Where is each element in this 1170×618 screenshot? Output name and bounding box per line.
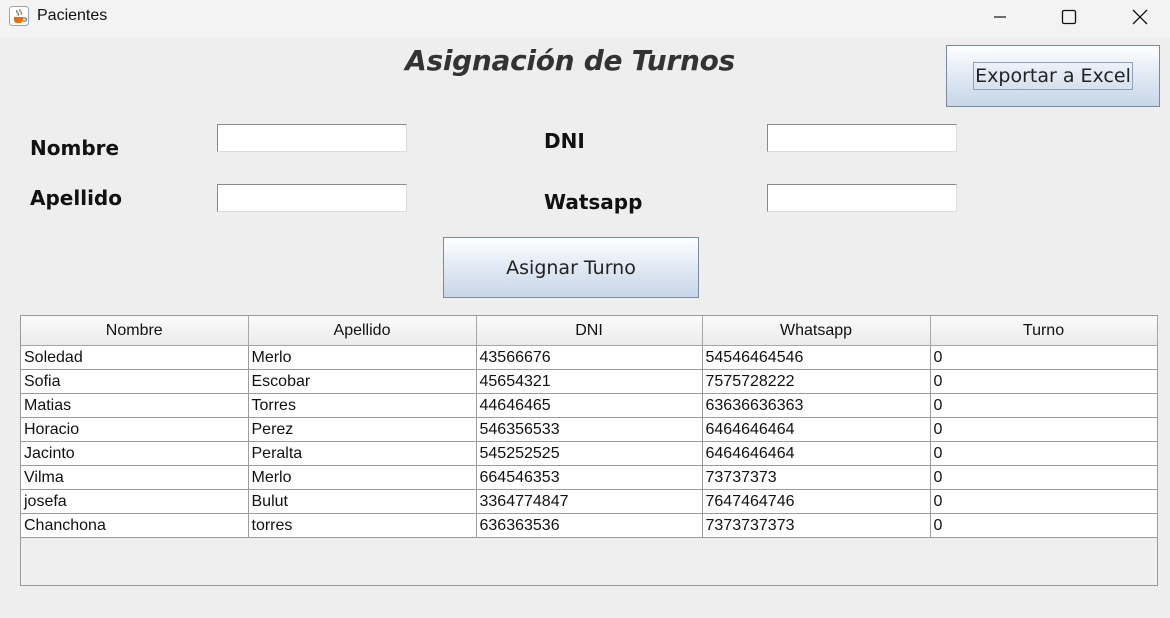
table-cell[interactable]: Jacinto (21, 441, 249, 466)
apellido-label: Apellido (30, 186, 122, 210)
column-header-whatsapp[interactable]: Whatsapp (702, 316, 931, 346)
title-bar[interactable]: Pacientes (0, 0, 1170, 38)
table-cell[interactable]: 54546464546 (702, 345, 931, 370)
table-cell[interactable]: 0 (930, 489, 1158, 514)
table-cell[interactable]: 664546353 (476, 465, 703, 490)
table-cell[interactable]: 43566676 (476, 345, 703, 370)
close-icon (1132, 9, 1148, 25)
table-cell[interactable]: 0 (930, 369, 1158, 394)
table-cell[interactable]: Merlo (248, 345, 477, 370)
table-cell[interactable]: 545252525 (476, 441, 703, 466)
table-cell[interactable]: Merlo (248, 465, 477, 490)
table-cell[interactable]: 7647464746 (702, 489, 931, 514)
minimize-button[interactable] (977, 0, 1023, 34)
table-cell[interactable]: 0 (930, 393, 1158, 418)
table-cell[interactable]: Peralta (248, 441, 477, 466)
page-title: Asignación de Turnos (405, 44, 735, 77)
table-cell[interactable]: Horacio (21, 417, 249, 442)
table-cell[interactable]: 44646465 (476, 393, 703, 418)
whatsapp-field[interactable] (767, 184, 957, 212)
table-cell[interactable]: josefa (21, 489, 249, 514)
window-title: Pacientes (37, 7, 108, 24)
export-excel-label: Exportar a Excel (973, 62, 1133, 90)
table-cell[interactable]: 546356533 (476, 417, 703, 442)
column-header-dni[interactable]: DNI (476, 316, 703, 346)
dni-field[interactable] (767, 124, 957, 152)
assign-turn-button[interactable]: Asignar Turno (443, 237, 699, 298)
table-row[interactable]: Matias Torres 44646465 63636636363 0 (21, 393, 1158, 418)
table-cell[interactable]: Matias (21, 393, 249, 418)
table-cell[interactable]: 3364774847 (476, 489, 703, 514)
table-cell[interactable]: Escobar (248, 369, 477, 394)
nombre-field[interactable] (217, 124, 407, 152)
table-cell[interactable]: Chanchona (21, 513, 249, 538)
export-excel-button[interactable]: Exportar a Excel (946, 45, 1160, 107)
table-cell[interactable]: 0 (930, 417, 1158, 442)
table-cell[interactable]: 0 (930, 465, 1158, 490)
table-cell[interactable]: Sofia (21, 369, 249, 394)
column-header-turno[interactable]: Turno (930, 316, 1158, 346)
table-cell[interactable]: 7373737373 (702, 513, 931, 538)
table-row[interactable]: josefa Bulut 3364774847 7647464746 0 (21, 489, 1158, 514)
table-row[interactable]: Horacio Perez 546356533 6464646464 0 (21, 417, 1158, 442)
column-header-nombre[interactable]: Nombre (21, 316, 249, 346)
patients-table-container[interactable]: Nombre Apellido DNI Whatsapp Turno Soled… (20, 315, 1158, 586)
maximize-icon (1061, 9, 1077, 25)
table-row[interactable]: Chanchona torres 636363536 7373737373 0 (21, 513, 1158, 538)
table-header-row: Nombre Apellido DNI Whatsapp Turno (21, 316, 1158, 346)
pacientes-window: Pacientes Asignación de Turnos Exportar … (0, 0, 1170, 618)
table-cell[interactable]: 7575728222 (702, 369, 931, 394)
table-cell[interactable]: 6464646464 (702, 441, 931, 466)
patients-table[interactable]: Nombre Apellido DNI Whatsapp Turno Soled… (21, 316, 1158, 538)
nombre-label: Nombre (30, 136, 120, 160)
table-cell[interactable]: Bulut (248, 489, 477, 514)
table-cell[interactable]: 0 (930, 345, 1158, 370)
table-row[interactable]: Jacinto Peralta 545252525 6464646464 0 (21, 441, 1158, 466)
table-cell[interactable]: Perez (248, 417, 477, 442)
maximize-button[interactable] (1046, 0, 1092, 34)
table-cell[interactable]: 73737373 (702, 465, 931, 490)
table-cell[interactable]: Soledad (21, 345, 249, 370)
column-header-apellido[interactable]: Apellido (248, 316, 477, 346)
whatsapp-label: Watsapp (544, 190, 643, 214)
minimize-icon (994, 16, 1006, 18)
table-row[interactable]: Vilma Merlo 664546353 73737373 0 (21, 465, 1158, 490)
table-cell[interactable]: 0 (930, 513, 1158, 538)
table-row[interactable]: Sofia Escobar 45654321 7575728222 0 (21, 369, 1158, 394)
table-cell[interactable]: 45654321 (476, 369, 703, 394)
table-cell[interactable]: Vilma (21, 465, 249, 490)
dni-label: DNI (544, 129, 585, 153)
close-button[interactable] (1117, 0, 1163, 34)
table-cell[interactable]: torres (248, 513, 477, 538)
table-cell[interactable]: 6464646464 (702, 417, 931, 442)
table-row[interactable]: Soledad Merlo 43566676 54546464546 0 (21, 345, 1158, 370)
table-cell[interactable]: 63636636363 (702, 393, 931, 418)
java-cup-icon (9, 6, 29, 26)
table-cell[interactable]: 636363536 (476, 513, 703, 538)
table-cell[interactable]: 0 (930, 441, 1158, 466)
apellido-field[interactable] (217, 184, 407, 212)
table-cell[interactable]: Torres (248, 393, 477, 418)
